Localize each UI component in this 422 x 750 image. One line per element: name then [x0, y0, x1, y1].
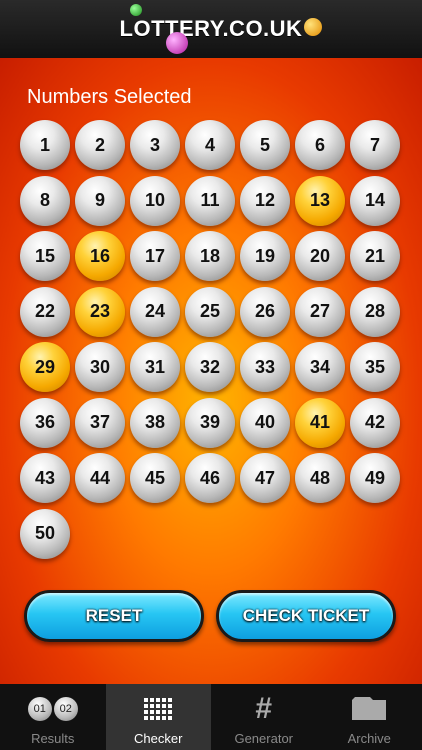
logo-pink-ball-icon: [165, 32, 188, 54]
number-ball-50[interactable]: 50: [20, 508, 70, 559]
number-ball-18[interactable]: 18: [185, 231, 235, 281]
number-ball-42[interactable]: 42: [350, 397, 400, 448]
mini-ball: 01: [27, 697, 52, 721]
number-ball-10[interactable]: 10: [130, 175, 180, 226]
number-ball-17[interactable]: 17: [130, 231, 180, 281]
number-ball-30[interactable]: 30: [75, 342, 125, 392]
check-ticket-button-label: CHECK TICKET: [242, 606, 370, 625]
reset-button-label: RESET: [85, 606, 143, 625]
mini-ball: 02: [53, 697, 78, 721]
number-ball-32[interactable]: 32: [185, 342, 235, 392]
hash-icon: #: [255, 692, 273, 725]
number-ball-21[interactable]: 21: [350, 231, 400, 281]
number-ball-43[interactable]: 43: [20, 453, 70, 503]
tab-generator[interactable]: # Generator: [211, 684, 317, 750]
number-ball-29[interactable]: 29: [20, 342, 70, 392]
number-ball-25[interactable]: 25: [185, 286, 235, 337]
number-ball-36[interactable]: 36: [20, 397, 70, 448]
number-ball-9[interactable]: 9: [75, 175, 125, 226]
number-ball-39[interactable]: 39: [185, 397, 235, 448]
check-ticket-button[interactable]: CHECK TICKET: [216, 590, 396, 642]
number-ball-22[interactable]: 22: [20, 286, 70, 337]
logo-text: LOTTERY.CO.UK: [119, 16, 303, 41]
number-ball-4[interactable]: 4: [185, 120, 235, 170]
app-header: LOTTERY.CO.UK: [0, 0, 422, 58]
tab-label-results: Results: [31, 731, 75, 746]
number-ball-49[interactable]: 49: [350, 453, 400, 503]
number-ball-23[interactable]: 23: [75, 286, 125, 337]
number-ball-5[interactable]: 5: [240, 120, 290, 170]
number-ball-11[interactable]: 11: [185, 175, 235, 226]
number-ball-12[interactable]: 12: [240, 175, 290, 226]
lottery-logo: LOTTERY.CO.UK: [119, 4, 323, 54]
tab-checker[interactable]: Checker: [105, 684, 211, 750]
number-ball-7[interactable]: 7: [350, 120, 400, 170]
number-ball-37[interactable]: 37: [75, 397, 125, 448]
results-balls-icon: 01 02: [27, 691, 78, 727]
reset-button[interactable]: RESET: [24, 590, 204, 642]
number-ball-38[interactable]: 38: [130, 397, 180, 448]
number-ball-34[interactable]: 34: [295, 342, 345, 392]
number-ball-46[interactable]: 46: [185, 453, 235, 503]
number-ball-20[interactable]: 20: [295, 231, 345, 281]
number-ball-1[interactable]: 1: [20, 120, 70, 170]
number-ball-19[interactable]: 19: [240, 231, 290, 281]
tab-label-generator: Generator: [234, 731, 294, 746]
logo-green-ball-icon: [129, 4, 142, 16]
number-ball-15[interactable]: 15: [20, 231, 70, 281]
folder-icon: [351, 691, 387, 727]
number-ball-27[interactable]: 27: [295, 286, 345, 337]
number-ball-47[interactable]: 47: [240, 453, 290, 503]
number-ball-35[interactable]: 35: [350, 342, 400, 392]
number-ball-16[interactable]: 16: [75, 231, 125, 281]
number-ball-14[interactable]: 14: [350, 175, 400, 226]
number-ball-28[interactable]: 28: [350, 286, 400, 337]
number-ball-26[interactable]: 26: [240, 286, 290, 337]
tab-archive[interactable]: Archive: [317, 684, 422, 750]
number-ball-2[interactable]: 2: [75, 120, 125, 170]
number-ball-31[interactable]: 31: [130, 342, 180, 392]
checker-panel: Numbers Selected 1 2 3 4 5 6 7 8 9 10 11 12 13 14 15 16…: [0, 58, 422, 684]
number-ball-3[interactable]: 3: [130, 120, 180, 170]
number-ball-24[interactable]: 24: [130, 286, 180, 337]
grid-icon: [144, 691, 173, 727]
number-ball-grid: 1 2 3 4 5 6 7 8 9 10 11 12 13 14 15 16 17 18 19 20 21 22 23 24 2…: [20, 120, 410, 559]
number-ball-40[interactable]: 40: [240, 397, 290, 448]
number-ball-8[interactable]: 8: [20, 175, 70, 226]
page-title: Numbers Selected: [27, 86, 192, 108]
number-ball-45[interactable]: 45: [130, 453, 180, 503]
tab-bar: 01 02 Results Checker # Generator Archiv…: [0, 684, 422, 750]
number-ball-6[interactable]: 6: [295, 120, 345, 170]
number-ball-44[interactable]: 44: [75, 453, 125, 503]
number-ball-48[interactable]: 48: [295, 453, 345, 503]
tab-label-checker: Checker: [134, 731, 183, 746]
logo-orange-ball-icon: [304, 18, 323, 36]
tab-label-archive: Archive: [347, 731, 391, 746]
number-ball-13[interactable]: 13: [295, 175, 345, 226]
number-ball-41[interactable]: 41: [295, 397, 345, 448]
number-ball-33[interactable]: 33: [240, 342, 290, 392]
tab-results[interactable]: 01 02 Results: [0, 684, 106, 750]
